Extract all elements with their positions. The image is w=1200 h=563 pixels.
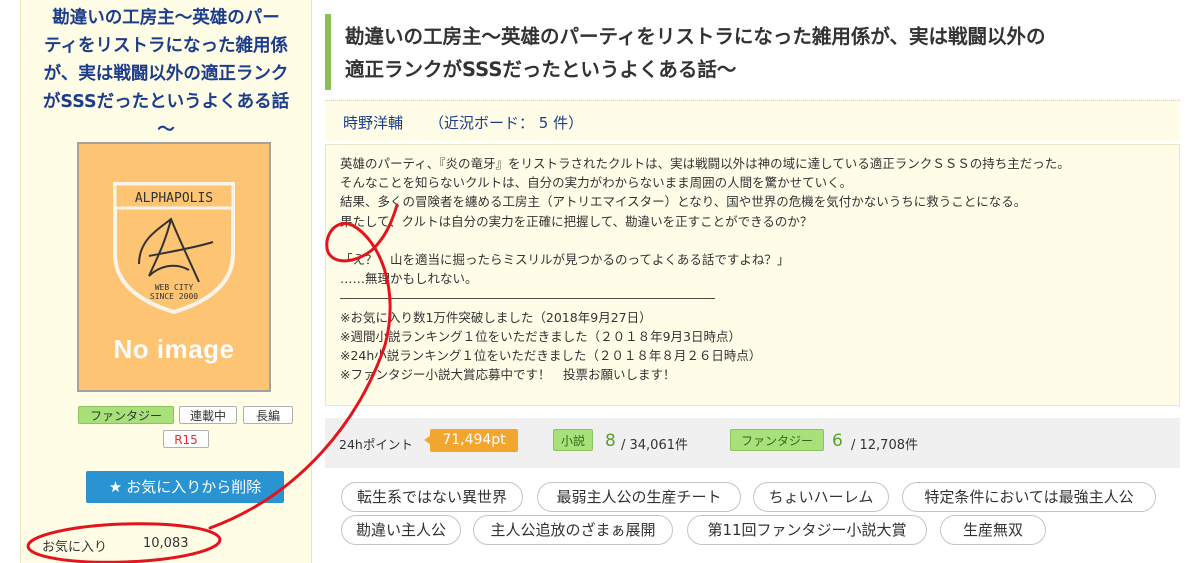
keyword-tag[interactable]: 勘違い主人公: [341, 515, 461, 545]
author-link[interactable]: 時野洋輔: [343, 112, 403, 133]
favorite-count-label: お気に入り: [42, 540, 108, 555]
keyword-tag[interactable]: 主人公追放のざまぁ展開: [473, 515, 673, 545]
keyword-tag[interactable]: ちょいハーレム: [753, 482, 889, 512]
remove-favorite-label: お気に入りから削除: [126, 478, 262, 496]
rating-tag: R15: [163, 430, 209, 448]
genre-rank-number: 6: [832, 431, 843, 451]
logo-text: ALPHAPOLIS: [135, 191, 213, 206]
length-tag: 長編: [243, 406, 293, 424]
logo-subtext: SINCE 2000: [150, 292, 198, 301]
novel-title-line: 適正ランクがSSSだったというよくある話〜: [345, 58, 737, 81]
novel-rank-total: / 34,061件: [621, 438, 688, 453]
synopsis-line: ※24h小説ランキング１位をいただきました（２０１８年８月２６日時点）: [340, 347, 762, 363]
novel-detail: 勘違いの工房主〜英雄のパーティをリストラになった雑用係が、実は戦闘以外の 適正ラ…: [325, 0, 1200, 563]
cover-image-placeholder: ALPHAPOLIS WEB CITY SINCE 2000 No image: [77, 142, 271, 392]
synopsis-line: ※お気に入り数1万件突破しました（2018年9月27日）: [340, 309, 652, 325]
synopsis-line: ※週間小説ランキング１位をいただきました（２０１８年9月3日時点）: [340, 328, 742, 344]
remove-favorite-button[interactable]: ★ お気に入りから削除: [86, 471, 284, 503]
star-icon: ★: [108, 478, 123, 496]
synopsis-line: 結果、多くの冒険者を纏める工房主（アトリエマイスター）となり、国や世界の危機を気…: [340, 194, 1027, 210]
author-bar: 時野洋輔 （近況ボード： 5 件）: [325, 100, 1180, 141]
synopsis: 英雄のパーティ、『炎の竜牙』をリストラされたクルトは、実は戦闘以外は神の域に達し…: [325, 144, 1180, 406]
novel-title: 勘違いの工房主〜英雄のパーティをリストラになった雑用係が、実は戦闘以外の 適正ラ…: [345, 20, 1180, 86]
logo-subtext: WEB CITY: [155, 283, 194, 292]
synopsis-line: ……無理かもしれない。: [340, 271, 478, 287]
synopsis-line: 英雄のパーティ、『炎の竜牙』をリストラされたクルトは、実は戦闘以外は神の域に達し…: [340, 156, 1070, 171]
title-header: 勘違いの工房主〜英雄のパーティをリストラになった雑用係が、実は戦闘以外の 適正ラ…: [325, 14, 1180, 90]
keyword-tag[interactable]: 第11回ファンタジー小説大賞: [687, 515, 927, 545]
no-image-label: No image: [113, 334, 235, 364]
sidebar-title-line: 勘違いの工房主〜英雄のパー: [52, 8, 280, 28]
novel-title-line: 勘違いの工房主〜英雄のパーティをリストラになった雑用係が、実は戦闘以外の: [345, 25, 1046, 48]
synopsis-line: 果たして、クルトは自分の実力を正確に把握して、勘違いを正すことができるのか？: [340, 213, 813, 229]
novel-sidebar: 勘違いの工房主〜英雄のパー ティをリストラになった雑用係 が、実は戦闘以外の適正…: [20, 0, 312, 563]
sidebar-title-line: ティをリストラになった雑用係: [44, 36, 288, 56]
points-24h-badge: 71,494pt: [424, 429, 518, 452]
sidebar-title-line: が、実は戦闘以外の適正ランク: [43, 64, 289, 84]
points-24h-label: 24hポイント: [339, 437, 413, 452]
synopsis-line: そんなことを知らないクルトは、自分の実力がわからないまま周囲の人間を驚かせていく…: [340, 175, 853, 191]
synopsis-line: 「え？ 山を適当に掘ったらミスリルが見つかるのってよくある話ですよね？」: [340, 251, 790, 267]
status-tag: 連載中: [179, 406, 237, 424]
sidebar-title-line: 〜: [157, 120, 175, 140]
keyword-tag[interactable]: 特定条件においては最強主人公: [902, 482, 1156, 512]
sidebar-title-line: がSSSだったというよくある話: [42, 92, 290, 112]
favorite-count-value: 10,083: [143, 536, 189, 551]
novel-ranking-badge[interactable]: 小説: [553, 429, 593, 451]
novel-rank-number: 8: [605, 431, 616, 451]
genre-ranking-badge[interactable]: ファンタジー: [730, 429, 824, 451]
keyword-tag[interactable]: 転生系ではない異世界: [341, 482, 523, 512]
synopsis-line: ――――――――――――――――――――――――――――――: [340, 290, 715, 306]
ranking-bar: 24hポイント 71,494pt 小説 8 / 34,061件 ファンタジー 6…: [325, 418, 1180, 468]
synopsis-line: [340, 231, 1179, 250]
genre-tag[interactable]: ファンタジー: [78, 406, 174, 424]
keyword-tag[interactable]: 最弱主人公の生産チート: [537, 482, 741, 512]
genre-rank-total: / 12,708件: [851, 438, 918, 453]
activity-board-link[interactable]: （近況ボード： 5 件）: [429, 112, 583, 133]
keyword-tag[interactable]: 生産無双: [940, 515, 1046, 545]
sidebar-title[interactable]: 勘違いの工房主〜英雄のパー ティをリストラになった雑用係 が、実は戦闘以外の適正…: [29, 4, 303, 144]
synopsis-line: ※ファンタジー小説大賞応募中です！ 投票お願いします！: [340, 367, 676, 383]
